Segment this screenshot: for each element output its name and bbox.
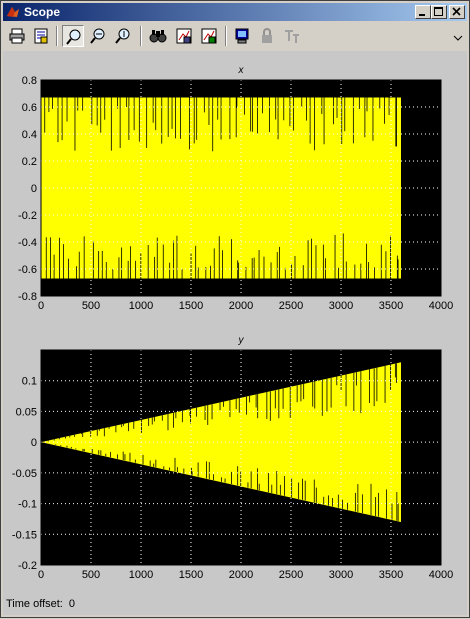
x-tick-label: 4000 bbox=[429, 569, 453, 581]
scope-plots: x 0 500 1000 1500 2000 2500 3000 3500 4000 -0.8 -0.… bbox=[12, 65, 453, 581]
y-tick-label: 0.05 bbox=[16, 406, 37, 418]
y-tick-label: 0.4 bbox=[22, 129, 37, 141]
time-offset-label: Time offset: bbox=[6, 598, 63, 610]
y-tick-label: -0.4 bbox=[18, 237, 37, 249]
x-tick-label: 1500 bbox=[179, 569, 203, 581]
y-tick-label: -0.6 bbox=[18, 264, 37, 276]
x-tick-label: 1000 bbox=[129, 300, 153, 312]
y-tick-label: -0.8 bbox=[18, 291, 37, 303]
x-tick-label: 4000 bbox=[429, 300, 453, 312]
x-tick-label: 3000 bbox=[329, 569, 353, 581]
x-tick-label: 500 bbox=[82, 569, 100, 581]
x-tick-label: 3000 bbox=[329, 300, 353, 312]
y-tick-label: -0.1 bbox=[18, 499, 37, 511]
x-tick-label: 500 bbox=[82, 300, 100, 312]
time-offset-value: 0 bbox=[68, 598, 75, 610]
x-tick-label: 1500 bbox=[179, 300, 203, 312]
x-tick-label: 2500 bbox=[279, 569, 303, 581]
y-tick-label: 0.1 bbox=[22, 376, 37, 388]
y-tick-label: 0.8 bbox=[22, 75, 37, 87]
y-tick-label: -0.2 bbox=[18, 210, 37, 222]
y-tick-label: -0.2 bbox=[18, 560, 37, 572]
plot-title: y bbox=[238, 335, 245, 346]
y-tick-label: 0.6 bbox=[22, 102, 37, 114]
x-tick-label: 3500 bbox=[379, 569, 403, 581]
x-tick-label: 1000 bbox=[129, 569, 153, 581]
y-tick-label: 0.2 bbox=[22, 156, 37, 168]
x-tick-label: 3500 bbox=[379, 300, 403, 312]
x-tick-label: 2000 bbox=[229, 300, 253, 312]
x-tick-label: 0 bbox=[38, 300, 44, 312]
x-tick-label: 2500 bbox=[279, 300, 303, 312]
plot-title: x bbox=[238, 65, 245, 76]
x-tick-label: 0 bbox=[38, 569, 44, 581]
time-offset: Time offset: 0 bbox=[6, 598, 75, 610]
scope-window: Scope x 0 500 1000 1500 2000 2500 3000 3… bbox=[0, 0, 470, 618]
y-tick-label: -0.05 bbox=[12, 468, 37, 480]
x-tick-label: 2000 bbox=[229, 569, 253, 581]
y-tick-label: 0 bbox=[31, 437, 37, 449]
y-tick-label: 0 bbox=[31, 183, 37, 195]
y-tick-label: -0.15 bbox=[12, 529, 37, 541]
